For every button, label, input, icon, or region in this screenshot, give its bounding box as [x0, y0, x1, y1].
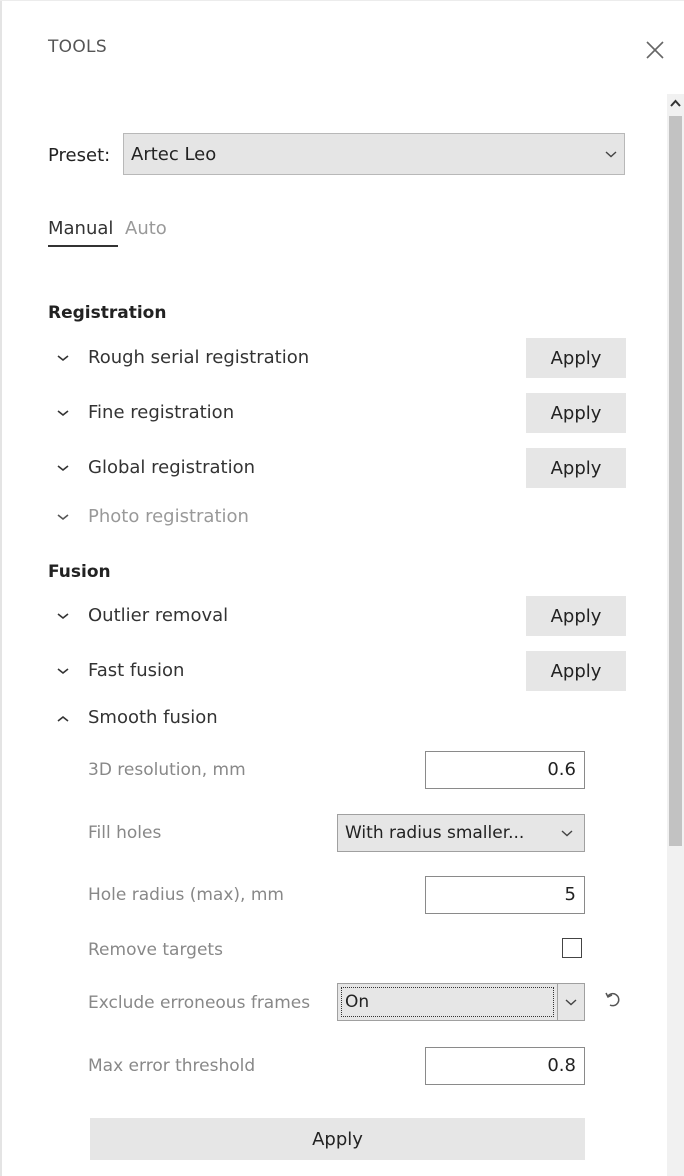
chevron-down-icon	[565, 999, 577, 1006]
fine-registration-label[interactable]: Fine registration	[88, 402, 234, 423]
panel-border	[0, 0, 2, 1176]
tools-panel: TOOLS Preset: Artec Leo Manual Auto Regi…	[0, 0, 684, 1176]
scroll-up-icon[interactable]	[667, 94, 684, 114]
fill-holes-dropdown[interactable]: With radius smaller...	[337, 814, 585, 852]
chevron-down-icon[interactable]	[57, 667, 69, 675]
chevron-down-icon	[605, 151, 617, 158]
remove-targets-label: Remove targets	[88, 940, 223, 960]
resolution-input[interactable]: 0.6	[425, 751, 585, 789]
panel-top-border	[0, 0, 684, 1]
preset-value: Artec Leo	[131, 144, 217, 165]
rough-serial-registration-apply-button[interactable]: Apply	[526, 338, 626, 378]
fast-fusion-label[interactable]: Fast fusion	[88, 660, 184, 681]
global-registration-label[interactable]: Global registration	[88, 457, 255, 478]
resolution-label: 3D resolution, mm	[88, 760, 246, 780]
panel-title: TOOLS	[48, 37, 107, 57]
outlier-removal-apply-button[interactable]: Apply	[526, 596, 626, 636]
fast-fusion-apply-button[interactable]: Apply	[526, 651, 626, 691]
hole-radius-label: Hole radius (max), mm	[88, 885, 284, 905]
chevron-down-icon[interactable]	[57, 464, 69, 472]
focus-outline	[341, 987, 554, 1017]
max-error-label: Max error threshold	[88, 1056, 256, 1076]
smooth-fusion-apply-button[interactable]: Apply	[90, 1118, 585, 1160]
dropdown-divider	[557, 984, 558, 1020]
tab-auto[interactable]: Auto	[125, 218, 167, 239]
section-registration-title: Registration	[48, 303, 167, 323]
outlier-removal-label[interactable]: Outlier removal	[88, 605, 228, 626]
undo-icon[interactable]	[604, 991, 622, 1009]
chevron-down-icon	[57, 514, 69, 521]
exclude-frames-value: On	[345, 992, 370, 1012]
preset-label: Preset:	[48, 145, 111, 166]
chevron-down-icon[interactable]	[57, 409, 69, 417]
fine-registration-apply-button[interactable]: Apply	[526, 393, 626, 433]
vertical-scrollbar[interactable]	[667, 94, 684, 1176]
tab-active-underline	[48, 245, 118, 247]
exclude-frames-dropdown[interactable]: On	[337, 983, 585, 1021]
rough-serial-registration-label[interactable]: Rough serial registration	[88, 347, 309, 368]
smooth-fusion-label[interactable]: Smooth fusion	[88, 707, 218, 728]
global-registration-apply-button[interactable]: Apply	[526, 448, 626, 488]
remove-targets-checkbox[interactable]	[562, 938, 582, 958]
preset-dropdown[interactable]: Artec Leo	[123, 133, 625, 175]
max-error-input[interactable]: 0.8	[425, 1047, 585, 1085]
chevron-up-icon[interactable]	[57, 715, 69, 723]
close-icon[interactable]	[643, 38, 667, 62]
chevron-down-icon[interactable]	[57, 354, 69, 362]
photo-registration-label: Photo registration	[88, 506, 249, 527]
fill-holes-value: With radius smaller...	[345, 823, 525, 843]
scroll-thumb[interactable]	[669, 116, 682, 846]
hole-radius-input[interactable]: 5	[425, 876, 585, 914]
section-fusion-title: Fusion	[48, 562, 111, 582]
tab-manual[interactable]: Manual	[48, 218, 113, 239]
exclude-frames-label: Exclude erroneous frames	[88, 993, 311, 1013]
chevron-down-icon[interactable]	[57, 612, 69, 620]
fill-holes-label: Fill holes	[88, 823, 162, 843]
chevron-down-icon	[561, 830, 573, 837]
